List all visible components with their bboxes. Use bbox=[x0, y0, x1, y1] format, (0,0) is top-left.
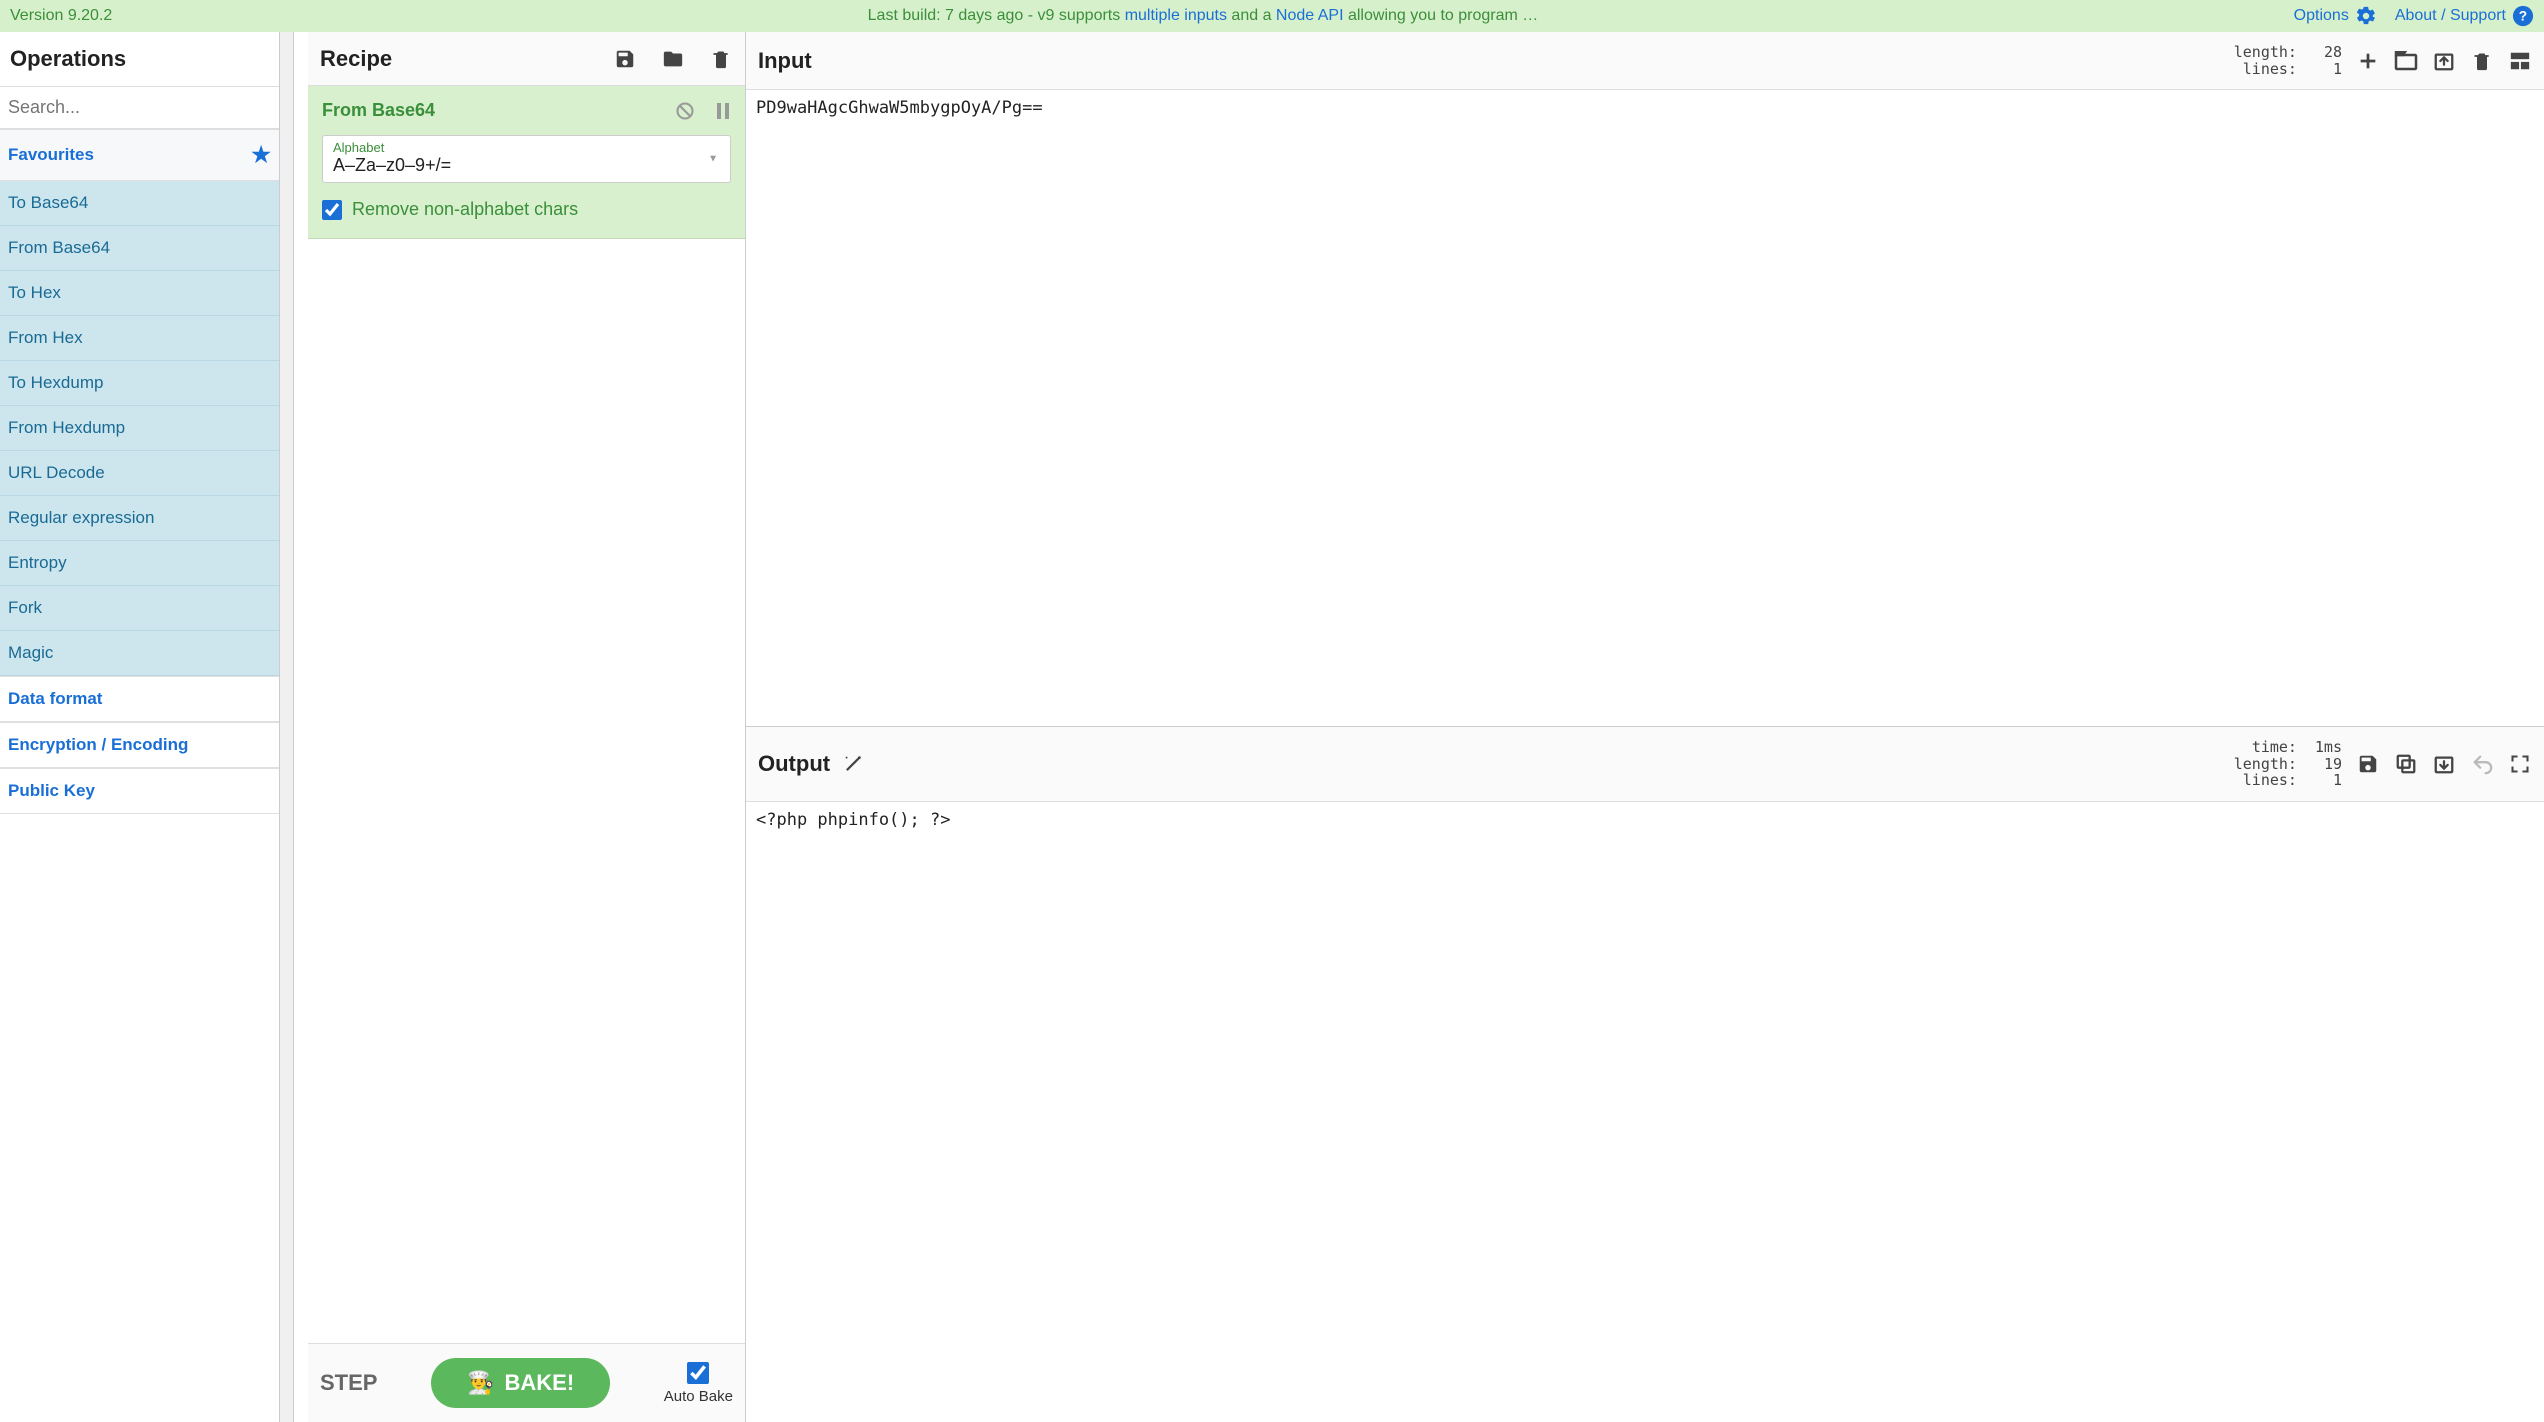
category-encryption[interactable]: Encryption / Encoding bbox=[0, 722, 279, 768]
operations-panel: Operations Favourites ★ To Base64 From B… bbox=[0, 32, 280, 1422]
io-panel: Input length: 28 lines: 1 bbox=[746, 32, 2544, 1422]
replace-input-icon[interactable] bbox=[2432, 752, 2456, 776]
recipe-panel: Recipe From Base64 bbox=[308, 32, 746, 1422]
news-text: Last build: 7 days ago - v9 supports mul… bbox=[112, 7, 2293, 25]
op-item[interactable]: From Hex bbox=[0, 316, 279, 361]
op-item[interactable]: To Hex bbox=[0, 271, 279, 316]
output-stats: time: 1ms length: 19 lines: 1 bbox=[2225, 739, 2342, 789]
chevron-down-icon: ▼ bbox=[708, 154, 718, 165]
load-recipe-icon[interactable] bbox=[661, 47, 685, 71]
clear-recipe-icon[interactable] bbox=[709, 47, 733, 71]
auto-bake-option: Auto Bake bbox=[664, 1362, 733, 1405]
bake-button[interactable]: 👨‍🍳 BAKE! bbox=[431, 1358, 610, 1408]
recipe-title: Recipe bbox=[320, 46, 392, 72]
op-item[interactable]: URL Decode bbox=[0, 451, 279, 496]
save-recipe-icon[interactable] bbox=[613, 47, 637, 71]
category-public-key[interactable]: Public Key bbox=[0, 768, 279, 814]
recipe-op-title: From Base64 bbox=[322, 100, 435, 121]
options-label: Options bbox=[2294, 7, 2349, 25]
open-file-icon[interactable] bbox=[2432, 49, 2456, 73]
star-icon: ★ bbox=[251, 142, 271, 168]
input-text[interactable]: PD9waHAgcGhwaW5mbygpOyA/Pg== bbox=[746, 90, 2544, 726]
favourites-category[interactable]: Favourites ★ bbox=[0, 129, 279, 181]
output-text: <?php phpinfo(); ?> bbox=[746, 802, 2544, 1422]
recipe-operation: From Base64 Alphabet A–Za–z0–9+/= ▼ bbox=[308, 86, 745, 239]
undo-icon[interactable] bbox=[2470, 752, 2494, 776]
disable-op-icon[interactable] bbox=[675, 101, 695, 121]
alphabet-value: A–Za–z0–9+/= bbox=[333, 155, 720, 176]
open-folder-icon[interactable] bbox=[2394, 49, 2418, 73]
gear-icon bbox=[2355, 5, 2377, 27]
op-item[interactable]: Regular expression bbox=[0, 496, 279, 541]
news-link-multiple-inputs[interactable]: multiple inputs bbox=[1125, 7, 1227, 24]
search-wrapper bbox=[0, 86, 279, 129]
news-link-node-api[interactable]: Node API bbox=[1276, 7, 1344, 24]
favourites-label: Favourites bbox=[8, 145, 94, 165]
top-banner: Version 9.20.2 Last build: 7 days ago - … bbox=[0, 0, 2544, 32]
category-data-format[interactable]: Data format bbox=[0, 676, 279, 722]
op-item[interactable]: To Hexdump bbox=[0, 361, 279, 406]
chef-icon: 👨‍🍳 bbox=[467, 1370, 494, 1396]
news-mid: and a bbox=[1227, 7, 1276, 24]
reset-layout-icon[interactable] bbox=[2508, 49, 2532, 73]
op-item[interactable]: Entropy bbox=[0, 541, 279, 586]
save-output-icon[interactable] bbox=[2356, 752, 2380, 776]
about-label: About / Support bbox=[2395, 7, 2506, 25]
alphabet-select[interactable]: Alphabet A–Za–z0–9+/= ▼ bbox=[322, 135, 731, 183]
auto-bake-label: Auto Bake bbox=[664, 1388, 733, 1405]
recipe-body: From Base64 Alphabet A–Za–z0–9+/= ▼ bbox=[308, 86, 745, 1343]
magic-wand-icon[interactable] bbox=[842, 753, 864, 775]
clear-input-icon[interactable] bbox=[2470, 49, 2494, 73]
main-layout: Operations Favourites ★ To Base64 From B… bbox=[0, 32, 2544, 1422]
svg-text:?: ? bbox=[2519, 9, 2527, 24]
input-pane: Input length: 28 lines: 1 bbox=[746, 32, 2544, 727]
copy-output-icon[interactable] bbox=[2394, 752, 2418, 776]
output-pane: Output time: 1ms length: 19 lines: 1 bbox=[746, 727, 2544, 1422]
output-title: Output bbox=[758, 751, 830, 777]
input-title: Input bbox=[758, 48, 812, 74]
input-header: Input length: 28 lines: 1 bbox=[746, 32, 2544, 90]
remove-label: Remove non-alphabet chars bbox=[352, 199, 578, 220]
help-icon: ? bbox=[2512, 5, 2534, 27]
output-header: Output time: 1ms length: 19 lines: 1 bbox=[746, 727, 2544, 802]
news-suffix: allowing you to program … bbox=[1344, 7, 1539, 24]
search-input[interactable] bbox=[0, 87, 279, 128]
op-item[interactable]: Fork bbox=[0, 586, 279, 631]
bake-label: BAKE! bbox=[504, 1370, 574, 1396]
op-item[interactable]: To Base64 bbox=[0, 181, 279, 226]
step-button[interactable]: STEP bbox=[320, 1370, 377, 1396]
recipe-header: Recipe bbox=[308, 32, 745, 86]
op-item[interactable]: From Hexdump bbox=[0, 406, 279, 451]
maximise-output-icon[interactable] bbox=[2508, 752, 2532, 776]
input-stats: length: 28 lines: 1 bbox=[2225, 44, 2342, 77]
options-link[interactable]: Options bbox=[2294, 5, 2377, 27]
alphabet-label: Alphabet bbox=[333, 140, 720, 155]
version-label: Version 9.20.2 bbox=[10, 7, 112, 25]
panel-divider[interactable] bbox=[280, 32, 294, 1422]
op-item[interactable]: Magic bbox=[0, 631, 279, 676]
news-prefix: Last build: 7 days ago - v9 supports bbox=[868, 7, 1125, 24]
auto-bake-checkbox[interactable] bbox=[687, 1362, 709, 1384]
recipe-footer: STEP 👨‍🍳 BAKE! Auto Bake bbox=[308, 1343, 745, 1422]
op-item[interactable]: From Base64 bbox=[0, 226, 279, 271]
operations-title: Operations bbox=[0, 32, 279, 86]
remove-checkbox[interactable] bbox=[322, 200, 342, 220]
remove-non-alphabet-option: Remove non-alphabet chars bbox=[322, 199, 731, 220]
add-input-tab-icon[interactable] bbox=[2356, 49, 2380, 73]
operations-list: Favourites ★ To Base64 From Base64 To He… bbox=[0, 129, 279, 1422]
about-link[interactable]: About / Support ? bbox=[2395, 5, 2534, 27]
breakpoint-icon[interactable] bbox=[715, 101, 731, 121]
